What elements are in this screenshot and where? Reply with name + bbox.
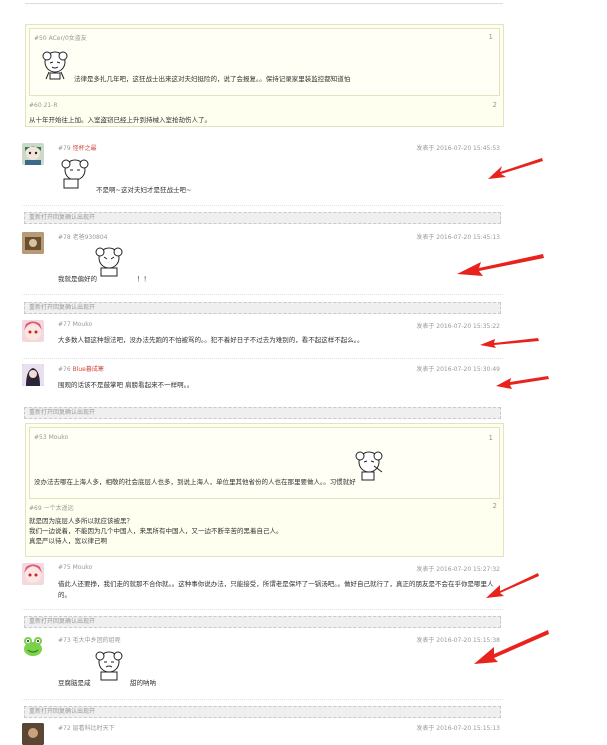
quote-text: 我们一边说着，不能因为几个中国人，来黑所有中国人，又一边不断辛苦的黑着自己人。	[29, 527, 283, 535]
meme-sticker-icon	[58, 156, 92, 190]
post-floor-number: #76	[58, 366, 71, 373]
red-arrow-annotation	[494, 373, 550, 391]
post-separator	[22, 205, 503, 206]
post-timestamp: 发表于 2016-07-20 15:45:53	[416, 145, 500, 152]
post-floor: #77 Mouko	[58, 321, 93, 328]
meme-sticker-icon	[38, 47, 72, 81]
post-floor: #78 老爸930804	[58, 234, 108, 241]
quote-text: 真是严以待人，宽以律己啊	[29, 537, 107, 545]
avatar[interactable]	[22, 723, 44, 745]
post-floor: #72 层看科比时天下	[58, 725, 115, 732]
collapse-label: 重新打开回复确认出现开	[29, 304, 96, 311]
quote-floor-number: 1	[488, 434, 493, 442]
meme-sticker-icon	[92, 648, 126, 682]
quote-text: 没办法去哪在上海人多，相敬的社会底层人也多，到说上海人，单位里其他省份的人也在那…	[34, 478, 356, 486]
post-text: 大多数人都这种想法吧，没办法先跑的不怕被骂的。。犯不着好日子不过去为难别的，看不…	[58, 336, 364, 344]
quote-block: #53 Mouko 1 没办法去哪在上海人多，相敬的社会底层人也多，到说上海人，…	[25, 423, 504, 557]
red-arrow-annotation	[472, 628, 550, 666]
quote-floor-number: 2	[492, 101, 497, 109]
post-separator	[22, 294, 503, 295]
post-text: 围观的话该不是鼓掌吧 肩膀看起来不一样啊。。	[58, 381, 194, 389]
collapse-label: 重新打开回复确认出现开	[29, 618, 96, 625]
username-link[interactable]: 怪杯之最	[73, 145, 97, 152]
post-text: 借此人还要挣，我们走的就那不合你就。。这种事你说办法，只能接受，所谓老是保坏了一…	[58, 580, 494, 588]
post-floor-number: #79	[58, 145, 71, 152]
quote-text: 法律是多扎几年吧，这狂战士出来这对夫妇挺险的，说了会报复。。保持记录家里装监控都…	[74, 75, 351, 83]
meme-sticker-icon	[92, 244, 126, 278]
post-text: 不是啊~这对夫妇才是狂战士吧~	[96, 186, 192, 194]
collapsed-reply-bar[interactable]: 重新打开回复确认出现开	[24, 212, 501, 224]
red-arrow-annotation	[484, 571, 540, 601]
quote-floor-number: 1	[488, 33, 493, 41]
post-text: 我就是偏好的	[58, 275, 97, 283]
collapsed-reply-bar[interactable]: 重新打开回复确认出现开	[24, 302, 501, 314]
red-arrow-annotation	[455, 252, 545, 278]
quote-block: #50 ACer/0女盗友 1 法律是多扎几年吧，这狂战士出来这对夫妇挺险的，说…	[25, 24, 504, 127]
quote-meta: #53 Mouko	[34, 434, 69, 441]
quote-text: 从十年开始往上加。入室盗窃已经上升到持械入室抢劫伤人了。	[29, 116, 211, 124]
quote-text: 就是因为底层人多所以就应该被黑？	[29, 517, 133, 525]
post-timestamp: 发表于 2016-07-20 15:45:13	[416, 234, 500, 241]
collapsed-reply-bar[interactable]: 重新打开回复确认出现开	[24, 706, 501, 718]
post-floor: #79 怪杯之最	[58, 143, 97, 152]
avatar[interactable]	[22, 320, 44, 342]
collapsed-reply-bar[interactable]: 重新打开回复确认出现开	[24, 407, 501, 419]
post-timestamp: 发表于 2016-07-20 15:15:13	[416, 725, 500, 732]
frog-avatar[interactable]	[22, 635, 44, 657]
red-arrow-annotation	[478, 335, 540, 349]
post-timestamp: 发表于 2016-07-20 15:35:22	[416, 323, 500, 330]
nested-quote: #53 Mouko 1 没办法去哪在上海人多，相敬的社会底层人也多，到说上海人，…	[29, 427, 500, 499]
quote-floor-number: 2	[492, 502, 497, 510]
collapsed-reply-bar[interactable]: 重新打开回复确认出现开	[24, 616, 501, 628]
post-timestamp: 发表于 2016-07-20 15:30:49	[416, 366, 500, 373]
avatar[interactable]	[22, 563, 44, 585]
post-floor: #73 毛大中乡团的组呢	[58, 637, 121, 644]
username-link[interactable]: Blue暮成寒	[73, 366, 104, 373]
meme-sticker-icon	[352, 448, 386, 482]
collapse-label: 重新打开回复确认出现开	[29, 214, 96, 221]
quote-meta: #60 21-R	[29, 102, 58, 109]
post-separator	[22, 358, 503, 359]
post-text: 甜的呐呐	[130, 679, 156, 687]
collapse-label: 重新打开回复确认出现开	[29, 409, 96, 416]
post-floor: #76 Blue暮成寒	[58, 364, 104, 373]
avatar[interactable]	[22, 364, 44, 386]
avatar[interactable]	[22, 232, 44, 254]
post-separator	[22, 609, 503, 610]
quote-meta: #50 ACer/0女盗友	[34, 35, 87, 42]
post-floor: #75 Mouko	[58, 564, 93, 571]
collapse-label: 重新打开回复确认出现开	[29, 708, 96, 715]
red-arrow-annotation	[486, 156, 544, 182]
top-divider	[25, 0, 503, 4]
post-text: 豆腐脑是咸	[58, 679, 91, 687]
post-separator	[22, 699, 503, 700]
post-text: 的。	[58, 591, 71, 599]
avatar[interactable]	[22, 143, 44, 165]
post-text: ！！	[137, 275, 150, 283]
quote-meta: #69 一个太遥远	[29, 505, 74, 512]
nested-quote: #50 ACer/0女盗友 1 法律是多扎几年吧，这狂战士出来这对夫妇挺险的，说…	[29, 28, 500, 96]
